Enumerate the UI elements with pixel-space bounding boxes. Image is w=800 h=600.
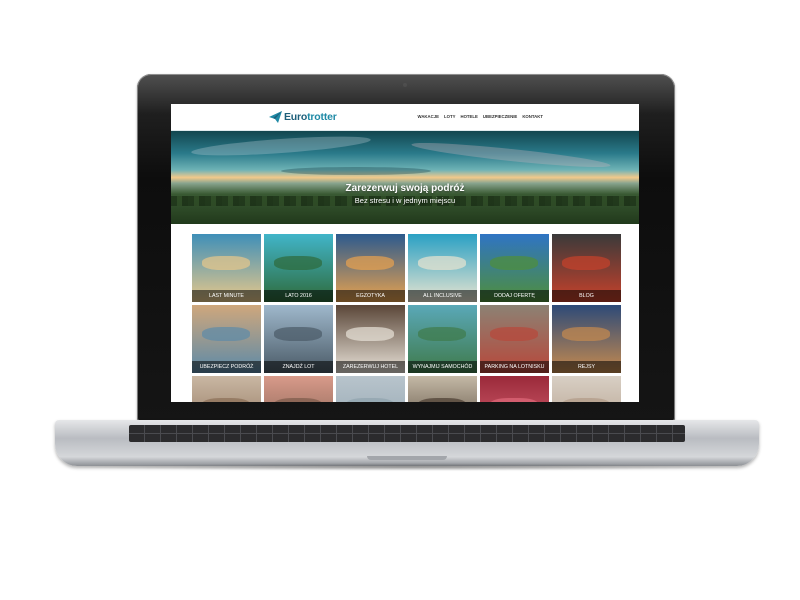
nav-item-wakacje[interactable]: WAKACJE [418, 114, 440, 119]
logo-text: Eurotrotter [284, 111, 337, 123]
tile-label: ZAREZERWUJ HOTEL [336, 361, 405, 373]
tile-blog[interactable]: BLOG [552, 234, 621, 302]
tile-row3-6[interactable] [552, 376, 621, 402]
tile-photo [418, 398, 466, 402]
tile-label: UBEZPIECZ PODRÓŻ [192, 361, 261, 373]
hero-cloud [281, 167, 431, 175]
tile-photo [346, 256, 394, 270]
tile-label: DODAJ OFERTĘ [480, 290, 549, 302]
tile-last-minute[interactable]: LAST MINUTE [192, 234, 261, 302]
tile-photo [346, 398, 394, 402]
tile-wynajmij-samochod[interactable]: WYNAJMIJ SAMOCHÓD [408, 305, 477, 373]
main-nav: WAKACJE LOTY HOTELE UBEZPIECZENIE KONTAK… [418, 114, 543, 119]
site-header: Eurotrotter WAKACJE LOTY HOTELE UBEZPIEC… [171, 104, 639, 131]
hero-banner: Zarezerwuj swoją podróż Bez stresu i w j… [171, 131, 639, 224]
tile-photo [274, 398, 322, 402]
tile-label: WYNAJMIJ SAMOCHÓD [408, 361, 477, 373]
nav-item-hotele[interactable]: HOTELE [460, 114, 477, 119]
tile-row3-5[interactable] [480, 376, 549, 402]
tile-photo [562, 398, 610, 402]
tile-photo [418, 327, 466, 341]
logo-text-euro: Euro [284, 111, 308, 123]
tile-label: LAST MINUTE [192, 290, 261, 302]
tile-row3-2[interactable] [264, 376, 333, 402]
tile-photo [202, 256, 250, 270]
nav-item-loty[interactable]: LOTY [444, 114, 455, 119]
nav-item-kontakt[interactable]: KONTAKT [522, 114, 543, 119]
tile-photo [490, 327, 538, 341]
tile-label: EGZOTYKA [336, 290, 405, 302]
tile-photo [418, 256, 466, 270]
webcam [403, 83, 407, 87]
tile-ubezpiecz-podroz[interactable]: UBEZPIECZ PODRÓŻ [192, 305, 261, 373]
hero-title: Zarezerwuj swoją podróż [345, 183, 465, 194]
tile-lato-2016[interactable]: LATO 2016 [264, 234, 333, 302]
tile-label: REJSY [552, 361, 621, 373]
tile-photo [490, 398, 538, 402]
hero-cloud [410, 138, 612, 172]
lid-notch [367, 456, 447, 460]
tile-parking-na-lotnisku[interactable]: PARKING NA LOTNISKU [480, 305, 549, 373]
tile-label: LATO 2016 [264, 290, 333, 302]
tile-photo [274, 256, 322, 270]
tile-label: ALL INCLUSIVE [408, 290, 477, 302]
hero-cloud [190, 132, 372, 160]
tile-photo [562, 256, 610, 270]
laptop-base [55, 420, 759, 466]
tile-label: PARKING NA LOTNISKU [480, 361, 549, 373]
tile-row3-1[interactable] [192, 376, 261, 402]
tile-photo [202, 327, 250, 341]
logo-text-trotter: trotter [307, 111, 337, 123]
tile-row3-3[interactable] [336, 376, 405, 402]
tile-egzotyka[interactable]: EGZOTYKA [336, 234, 405, 302]
site-logo[interactable]: Eurotrotter [269, 111, 337, 123]
tile-znajdz-lot[interactable]: ZNAJDŹ LOT [264, 305, 333, 373]
keyboard [129, 425, 685, 442]
laptop-screen: Eurotrotter WAKACJE LOTY HOTELE UBEZPIEC… [171, 104, 639, 402]
laptop-lid: Eurotrotter WAKACJE LOTY HOTELE UBEZPIEC… [137, 74, 675, 422]
tile-photo [346, 327, 394, 341]
tile-label: ZNAJDŹ LOT [264, 361, 333, 373]
tile-zarezerwuj-hotel[interactable]: ZAREZERWUJ HOTEL [336, 305, 405, 373]
tile-all-inclusive[interactable]: ALL INCLUSIVE [408, 234, 477, 302]
tile-photo [562, 327, 610, 341]
tile-rejsy[interactable]: REJSY [552, 305, 621, 373]
laptop-shadow [70, 463, 744, 471]
tile-photo [274, 327, 322, 341]
tile-photo [490, 256, 538, 270]
tile-photo [202, 398, 250, 402]
hero-subtitle: Bez stresu i w jednym miejscu [354, 196, 456, 205]
paper-plane-icon [269, 111, 282, 123]
tile-row3-4[interactable] [408, 376, 477, 402]
tile-dodaj-oferte[interactable]: DODAJ OFERTĘ [480, 234, 549, 302]
nav-item-ubezpieczenie[interactable]: UBEZPIECZENIE [483, 114, 517, 119]
tile-label: BLOG [552, 290, 621, 302]
